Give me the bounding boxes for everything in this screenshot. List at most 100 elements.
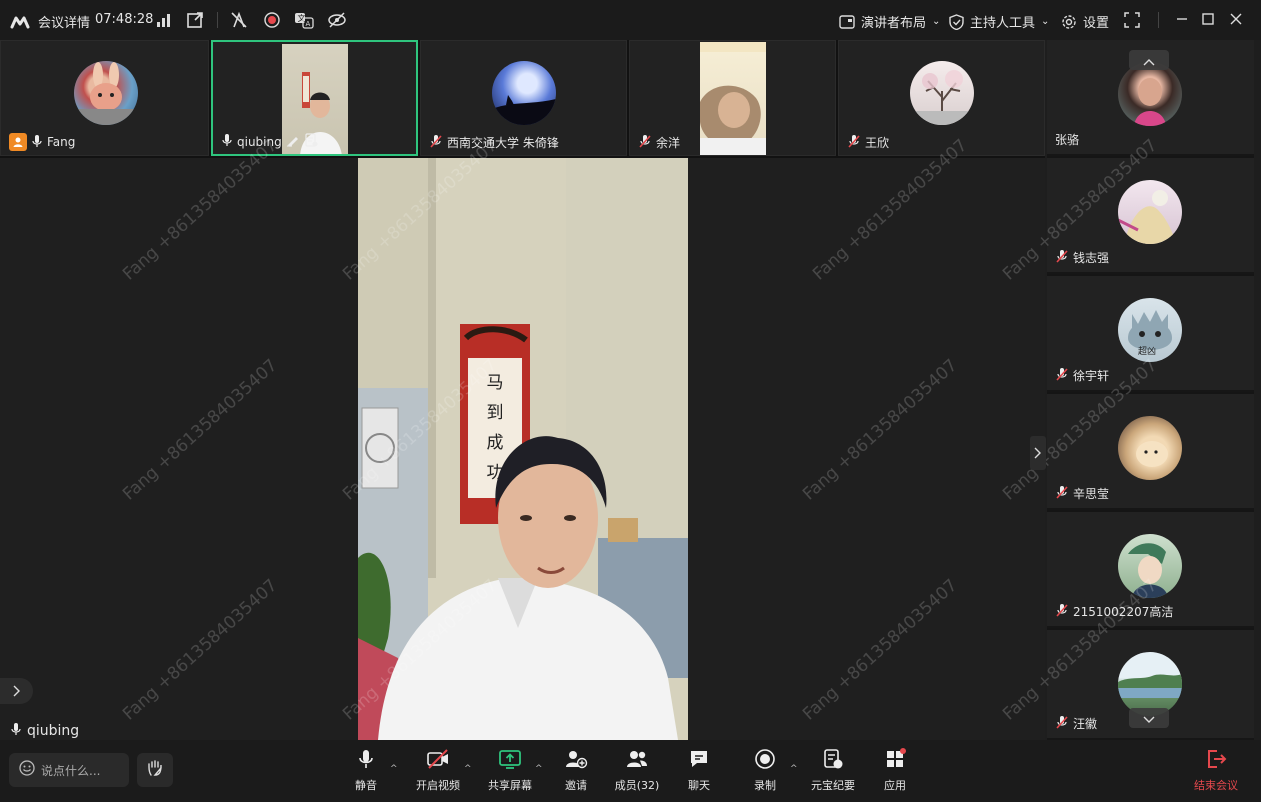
participant-tile[interactable]: 钱志强 — [1047, 158, 1254, 274]
separator — [217, 12, 218, 28]
participant-name: 钱志强 — [1073, 251, 1110, 265]
maximize-icon[interactable] — [1201, 12, 1215, 26]
avatar — [1118, 62, 1182, 126]
members-button[interactable]: 成员(32) — [602, 748, 672, 793]
separator — [1158, 12, 1159, 28]
meeting-details-button[interactable]: 会议详情 — [10, 12, 90, 31]
title-bar: 会议详情 07:48:28 文A 演讲者布局 ⌄ 主持人工具 ⌄ 设置 — [0, 0, 1261, 40]
video-options-caret[interactable]: ^ — [464, 764, 472, 774]
recording-icon[interactable] — [263, 11, 281, 29]
avatar — [1118, 534, 1182, 598]
collapse-sidebar-button[interactable] — [1030, 436, 1046, 470]
microphone-muted-icon — [1055, 485, 1069, 502]
participant-tile-active[interactable]: qiubing — [211, 40, 418, 156]
fullscreen-icon[interactable] — [1124, 12, 1140, 28]
participant-tile[interactable]: 王欣 — [838, 40, 1045, 156]
hide-icon[interactable] — [327, 11, 347, 29]
members-label: 成员(32) — [614, 779, 660, 792]
participant-name: 王欣 — [865, 136, 890, 150]
invite-label: 邀请 — [565, 779, 587, 792]
participant-strip: Fang qiubing 西南交通大学 朱倚锋 余洋 王欣 — [0, 40, 1045, 158]
bottom-toolbar: 说点什么... 静音 ^ 开启视频 ^ 共享屏幕 ^ 邀请 成员(32) 聊天 … — [0, 740, 1261, 802]
end-meeting-label: 结束会议 — [1194, 779, 1238, 792]
host-badge-icon — [9, 133, 27, 151]
chat-input[interactable]: 说点什么... — [9, 753, 129, 787]
participant-tile[interactable]: 余洋 — [629, 40, 836, 156]
chevron-right-icon — [1034, 444, 1042, 463]
exit-icon — [1205, 748, 1227, 773]
chevron-down-icon: ⌄ — [932, 16, 941, 27]
apps-button[interactable]: 应用 — [860, 748, 930, 793]
host-tools-dropdown[interactable]: 主持人工具 ⌄ — [949, 12, 1049, 31]
chat-label: 聊天 — [688, 779, 710, 792]
chat-button[interactable]: 聊天 — [664, 748, 734, 793]
avatar-caption: 超凶 — [1138, 347, 1157, 357]
mute-options-caret[interactable]: ^ — [390, 764, 398, 774]
chevron-right-icon — [13, 682, 21, 701]
start-video-button[interactable]: 开启视频 — [403, 748, 473, 793]
shield-icon — [949, 13, 964, 30]
participant-name: 辛思莹 — [1073, 487, 1110, 501]
chevron-up-icon — [1143, 51, 1155, 70]
share-screen-icon — [498, 748, 522, 773]
speaker-video: 马 到 成 功 — [358, 158, 688, 740]
speaker-name: qiubing — [27, 723, 80, 739]
avatar — [74, 61, 138, 125]
microphone-muted-icon — [1055, 249, 1069, 266]
apps-grid-icon — [884, 748, 906, 773]
microphone-muted-icon — [1055, 603, 1069, 620]
microphone-icon — [31, 134, 43, 151]
participant-tile[interactable]: 超凶 徐宇轩 — [1047, 276, 1254, 392]
speaker-label: qiubing — [10, 722, 79, 740]
translate-icon[interactable]: 文A — [294, 11, 314, 29]
settings-button[interactable]: 设置 — [1061, 12, 1109, 31]
scroll-up-button[interactable] — [1129, 50, 1169, 70]
microphone-icon — [221, 133, 233, 150]
record-options-caret[interactable]: ^ — [790, 764, 798, 774]
participant-tile[interactable]: 西南交通大学 朱倚锋 — [420, 40, 627, 156]
close-icon[interactable] — [1229, 12, 1243, 26]
chevron-down-icon — [1143, 709, 1155, 728]
meeting-time: 07:48:28 — [95, 12, 154, 27]
emoji-icon — [19, 760, 35, 780]
tencent-meeting-logo-icon — [10, 15, 32, 29]
external-window-icon[interactable] — [186, 11, 204, 29]
participant-tile[interactable]: 辛思莹 — [1047, 394, 1254, 510]
layout-label: 演讲者布局 — [861, 16, 927, 31]
avatar: 超凶 — [1118, 298, 1182, 362]
avatar — [492, 61, 556, 125]
participant-tile[interactable]: Fang — [0, 40, 209, 156]
microphone-muted-icon — [638, 134, 652, 151]
participant-name: 2151002207高洁 — [1073, 605, 1174, 619]
raise-hand-button[interactable] — [137, 753, 173, 787]
svg-text:马: 马 — [487, 373, 504, 393]
avatar — [1118, 416, 1182, 480]
avatar — [910, 61, 974, 125]
invite-button[interactable]: 邀请 — [541, 748, 611, 793]
avatar — [1118, 180, 1182, 244]
minutes-button[interactable]: 元宝纪要 — [798, 748, 868, 793]
annotate-icon — [286, 133, 300, 150]
participant-name: 汪徽 — [1073, 717, 1098, 731]
participant-name: 张骆 — [1055, 133, 1080, 147]
scroll-down-button[interactable] — [1129, 708, 1169, 728]
minutes-label: 元宝纪要 — [811, 779, 855, 792]
apps-label: 应用 — [884, 779, 906, 792]
svg-text:A: A — [306, 20, 311, 28]
screen-share-off-icon[interactable] — [230, 11, 248, 29]
settings-label: 设置 — [1083, 16, 1110, 31]
start-video-label: 开启视频 — [416, 779, 460, 792]
microphone-icon — [356, 748, 376, 773]
layout-dropdown[interactable]: 演讲者布局 ⌄ — [839, 12, 940, 31]
minimize-icon[interactable] — [1175, 12, 1189, 26]
end-meeting-button[interactable]: 结束会议 — [1181, 748, 1251, 793]
participant-tile[interactable]: 2151002207高洁 — [1047, 512, 1254, 628]
avatar — [1118, 652, 1182, 716]
chevron-down-icon: ⌄ — [1041, 16, 1050, 27]
minutes-icon — [822, 748, 844, 773]
signal-icon[interactable] — [156, 12, 172, 28]
expand-panel-button[interactable] — [0, 678, 33, 704]
svg-text:到: 到 — [487, 403, 504, 423]
participant-name: qiubing — [237, 134, 282, 149]
microphone-icon — [10, 722, 22, 740]
